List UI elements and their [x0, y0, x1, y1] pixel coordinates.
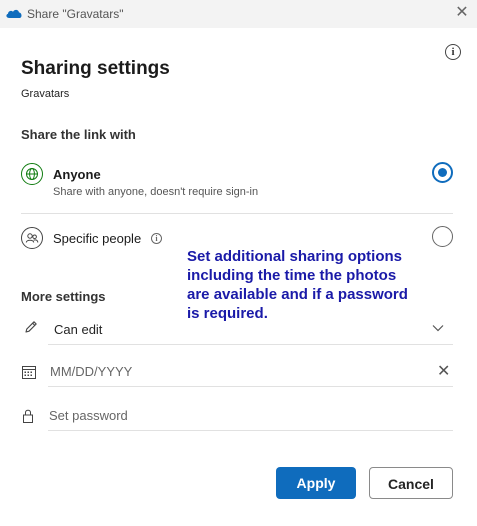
close-icon[interactable]: ✕ — [453, 4, 471, 22]
option-specific-people-title: Specific people — [53, 231, 142, 246]
lock-icon — [23, 409, 33, 423]
share-link-label: Share the link with — [21, 127, 136, 142]
option-anyone-title: Anyone — [53, 167, 101, 182]
divider — [21, 213, 453, 214]
divider — [48, 344, 453, 345]
info-small-icon[interactable]: i — [151, 233, 162, 244]
clear-date-icon[interactable]: ✕ — [437, 361, 450, 381]
radio-anyone[interactable] — [432, 162, 453, 183]
page-title: Sharing settings — [21, 58, 170, 79]
item-name: Gravatars — [21, 88, 70, 100]
permission-value: Can edit — [54, 322, 103, 337]
divider — [48, 430, 453, 431]
more-settings-label: More settings — [21, 289, 106, 304]
radio-specific-people[interactable] — [432, 226, 453, 247]
option-anyone-description: Share with anyone, doesn't require sign-… — [53, 186, 259, 198]
divider — [48, 386, 453, 387]
chevron-down-icon[interactable] — [431, 323, 445, 333]
info-icon[interactable]: i — [445, 44, 461, 60]
annotation-callout: Set additional sharing options including… — [187, 248, 408, 322]
window-title: Share "Gravatars" — [27, 7, 124, 21]
calendar-icon — [22, 366, 36, 379]
cancel-button[interactable]: Cancel — [369, 467, 453, 499]
apply-button[interactable]: Apply — [276, 467, 356, 499]
globe-icon — [21, 163, 43, 185]
expiry-date-input[interactable]: MM/DD/YYYY — [50, 364, 132, 379]
onedrive-cloud-icon — [6, 9, 22, 18]
people-icon — [21, 227, 43, 249]
title-bar: Share "Gravatars" ✕ — [0, 0, 477, 28]
password-input[interactable]: Set password — [49, 408, 128, 423]
pencil-icon — [25, 321, 37, 333]
